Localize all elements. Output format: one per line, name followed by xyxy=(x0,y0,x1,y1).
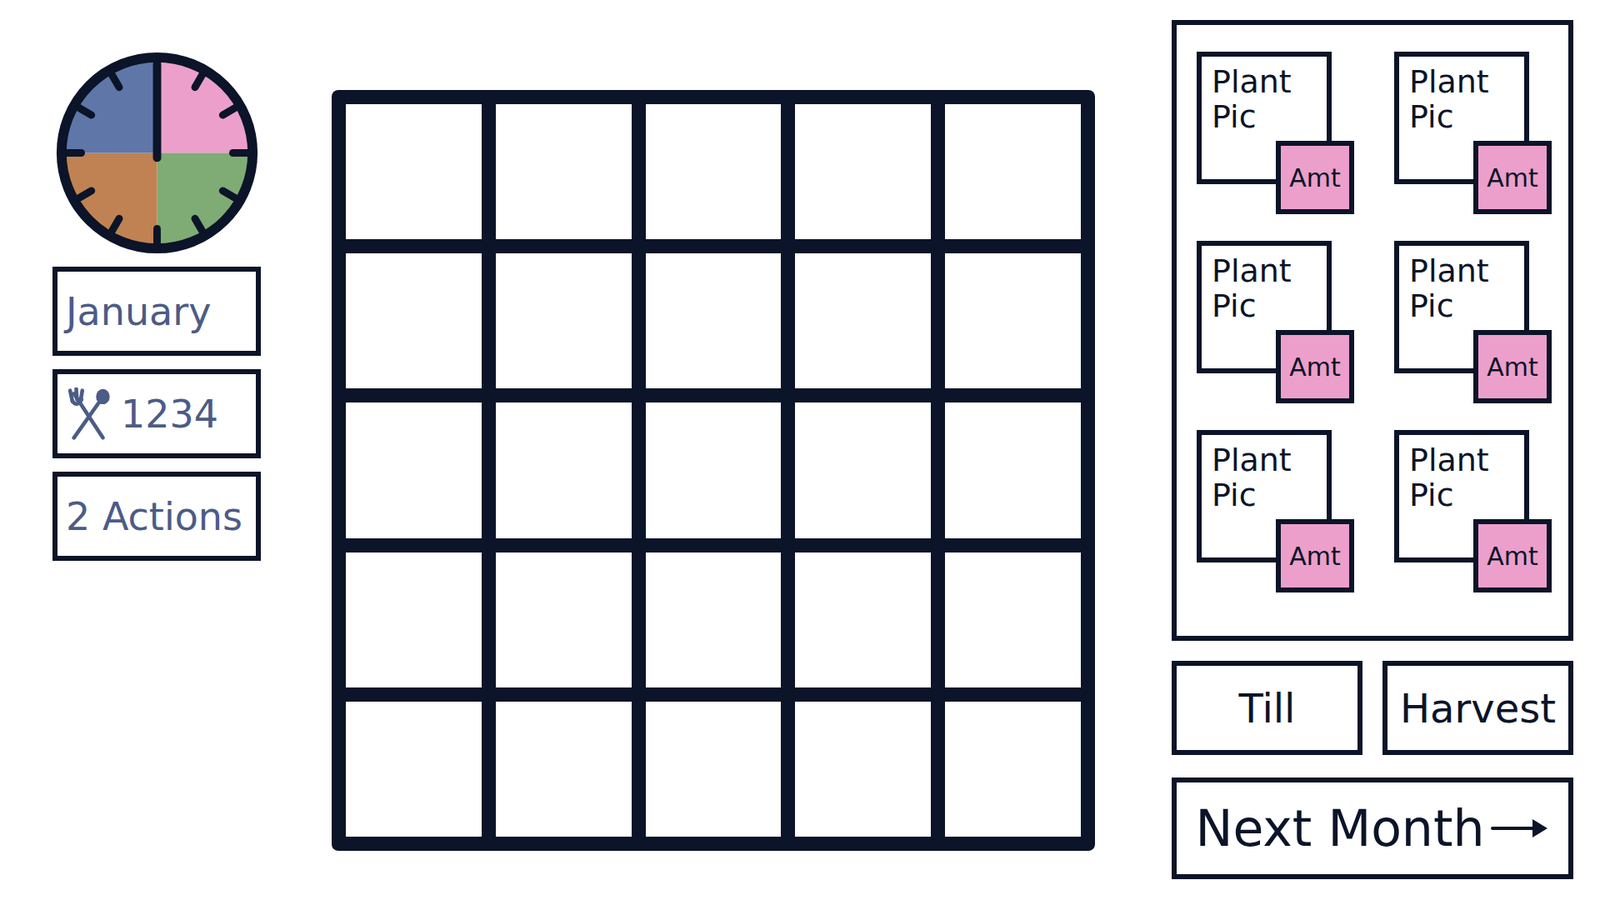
field-tile[interactable] xyxy=(645,552,782,688)
field-tile[interactable] xyxy=(345,104,482,240)
plant-slot[interactable]: Plant PicAmt xyxy=(1196,240,1355,404)
farm-field xyxy=(331,90,1095,851)
field-tile[interactable] xyxy=(945,552,1081,688)
plant-slot[interactable]: Plant PicAmt xyxy=(1196,430,1355,593)
amount-badge: Amt xyxy=(1473,330,1552,404)
field-tile[interactable] xyxy=(645,104,782,240)
field-tile[interactable] xyxy=(495,552,632,688)
field-tile[interactable] xyxy=(345,552,482,688)
field-tile[interactable] xyxy=(645,701,782,837)
field-tile[interactable] xyxy=(945,253,1081,389)
field-tile[interactable] xyxy=(795,552,931,688)
field-tile[interactable] xyxy=(945,701,1081,837)
amount-badge: Amt xyxy=(1275,330,1355,404)
amount-badge: Amt xyxy=(1275,519,1355,593)
field-tile[interactable] xyxy=(645,253,782,389)
field-tile[interactable] xyxy=(495,402,632,538)
field-tile[interactable] xyxy=(795,701,931,837)
till-button[interactable]: Till xyxy=(1171,660,1363,755)
amount-badge: Amt xyxy=(1473,519,1552,593)
field-tile[interactable] xyxy=(795,253,931,389)
amount-badge: Amt xyxy=(1275,140,1355,215)
plant-slot[interactable]: Plant PicAmt xyxy=(1394,430,1552,593)
next-month-button[interactable]: Next Month xyxy=(1171,777,1574,880)
status-column: January 1234 2 Actions xyxy=(48,0,265,561)
plant-slot[interactable]: Plant PicAmt xyxy=(1394,240,1552,404)
arrow-right-icon xyxy=(1490,815,1550,841)
month-display: January xyxy=(52,266,261,356)
field-tile[interactable] xyxy=(495,104,632,240)
field-tile[interactable] xyxy=(495,253,632,389)
game-screen: January12342 ActionsPlant PicAmtPlant Pi… xyxy=(0,0,1600,900)
amount-badge: Amt xyxy=(1473,140,1552,215)
fork-spoon-icon xyxy=(65,387,113,441)
plant-slot[interactable]: Plant PicAmt xyxy=(1196,51,1355,215)
seed-inventory: Plant PicAmtPlant PicAmtPlant PicAmtPlan… xyxy=(1171,20,1574,641)
actions-display: 2 Actions xyxy=(52,471,261,561)
field-tile[interactable] xyxy=(345,701,482,837)
field-tile[interactable] xyxy=(495,701,632,837)
field-tile[interactable] xyxy=(645,402,782,538)
field-tile[interactable] xyxy=(795,402,931,538)
season-clock-icon xyxy=(50,45,265,260)
harvest-button[interactable]: Harvest xyxy=(1382,660,1574,755)
field-tile[interactable] xyxy=(345,253,482,389)
food-display: 1234 xyxy=(52,369,261,459)
field-tile[interactable] xyxy=(345,402,482,538)
field-tile[interactable] xyxy=(945,104,1081,240)
field-tile[interactable] xyxy=(945,402,1081,538)
field-tile[interactable] xyxy=(795,104,931,240)
plant-slot[interactable]: Plant PicAmt xyxy=(1394,51,1552,215)
controls-column: Plant PicAmtPlant PicAmtPlant PicAmtPlan… xyxy=(1171,20,1574,880)
action-buttons: TillHarvest xyxy=(1171,660,1574,755)
